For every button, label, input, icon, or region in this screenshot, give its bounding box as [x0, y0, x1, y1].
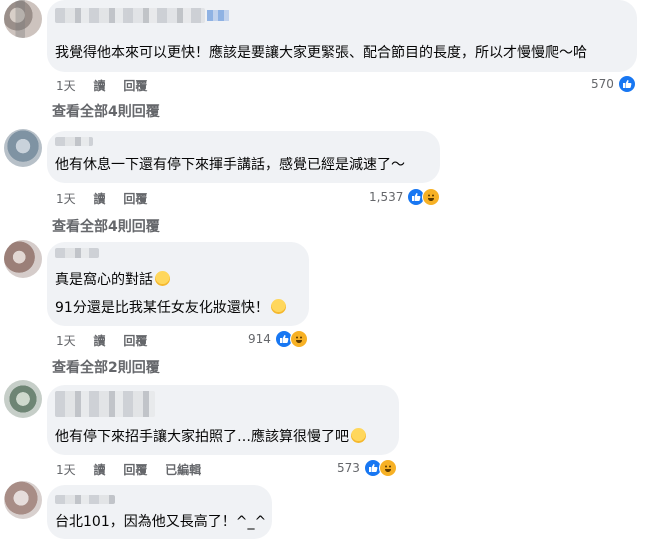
- reaction-summary[interactable]: 570: [591, 75, 636, 93]
- comment-text: 91分還是比我某任女友化妝還快！: [55, 300, 269, 316]
- view-replies-link[interactable]: 查看全部2則回覆: [52, 357, 160, 377]
- reply-button[interactable]: 回覆: [123, 334, 147, 348]
- comment-text-line: 真是窩心的對話: [55, 271, 170, 289]
- reaction-count: 573: [337, 461, 360, 475]
- comment-text-line: 91分還是比我某任女友化妝還快！: [55, 299, 286, 317]
- read-button[interactable]: 讀: [93, 334, 105, 348]
- commenter-name-redacted[interactable]: [55, 391, 155, 417]
- like-icon: [617, 75, 636, 93]
- avatar[interactable]: [4, 129, 42, 167]
- comment-text-line: 他有停下來招手讓大家拍照了…應該算很慢了吧: [55, 428, 366, 446]
- read-button[interactable]: 讀: [93, 463, 105, 477]
- comment-bubble: 我覺得他本來可以更快！應該是要讓大家更緊張、配合節目的長度，所以才慢慢爬～哈: [47, 0, 637, 72]
- comment-bubble: 他有休息一下還有停下來揮手講話，感覺已經是減速了～: [47, 131, 440, 183]
- comment-bubble: 台北101，因為他又長高了！^_^: [47, 485, 272, 539]
- commenter-name-redacted[interactable]: [55, 137, 93, 146]
- haha-icon: [289, 330, 308, 348]
- avatar[interactable]: [4, 240, 42, 278]
- haha-icon: [378, 459, 397, 477]
- reply-button[interactable]: 回覆: [123, 79, 147, 93]
- edited-label[interactable]: 已編輯: [165, 463, 201, 477]
- reaction-count: 570: [591, 77, 614, 91]
- reaction-count: 1,537: [369, 190, 404, 204]
- commenter-name-redacted[interactable]: [55, 8, 229, 23]
- comment-text: 台北101，因為他又長高了！^_^: [55, 514, 267, 530]
- view-replies-link[interactable]: 查看全部4則回覆: [52, 101, 160, 121]
- comment-actions: 1天 讀 回覆 已編輯: [56, 461, 215, 478]
- comment-text: 真是窩心的對話: [55, 272, 153, 288]
- read-button[interactable]: 讀: [93, 79, 105, 93]
- laughing-face-icon: [351, 428, 366, 443]
- comment-bubble: 他有停下來招手讓大家拍照了…應該算很慢了吧: [47, 385, 399, 455]
- comment-time[interactable]: 1天: [56, 192, 76, 206]
- reply-button[interactable]: 回覆: [123, 463, 147, 477]
- comment-time[interactable]: 1天: [56, 463, 76, 477]
- reaction-summary[interactable]: 573: [337, 459, 397, 477]
- smiling-face-icon: [155, 271, 170, 286]
- reply-button[interactable]: 回覆: [123, 192, 147, 206]
- comment-actions: 1天 讀 回覆: [56, 190, 161, 207]
- reaction-summary[interactable]: 1,537: [369, 188, 441, 206]
- commenter-name-redacted[interactable]: [55, 248, 99, 258]
- avatar[interactable]: [4, 380, 42, 418]
- read-button[interactable]: 讀: [93, 192, 105, 206]
- avatar[interactable]: [4, 0, 42, 38]
- reaction-summary[interactable]: 914: [248, 330, 308, 348]
- comment-text: 我覺得他本來可以更快！應該是要讓大家更緊張、配合節目的長度，所以才慢慢爬～哈: [55, 45, 587, 61]
- comment-actions: 1天 讀 回覆: [56, 332, 161, 349]
- comment-text: 他有停下來招手讓大家拍照了…應該算很慢了吧: [55, 429, 349, 445]
- view-replies-link[interactable]: 查看全部4則回覆: [52, 216, 160, 236]
- comment-text: 他有休息一下還有停下來揮手講話，感覺已經是減速了～: [55, 157, 405, 173]
- commenter-name-redacted[interactable]: [55, 495, 115, 504]
- comment-time[interactable]: 1天: [56, 79, 76, 93]
- laughing-face-icon: [270, 299, 286, 314]
- avatar[interactable]: [4, 481, 42, 519]
- comment-time[interactable]: 1天: [56, 334, 76, 348]
- haha-icon: [422, 188, 441, 206]
- comment-bubble: 真是窩心的對話 91分還是比我某任女友化妝還快！: [47, 242, 309, 326]
- reaction-count: 914: [248, 332, 271, 346]
- comment-actions: 1天 讀 回覆: [56, 77, 161, 94]
